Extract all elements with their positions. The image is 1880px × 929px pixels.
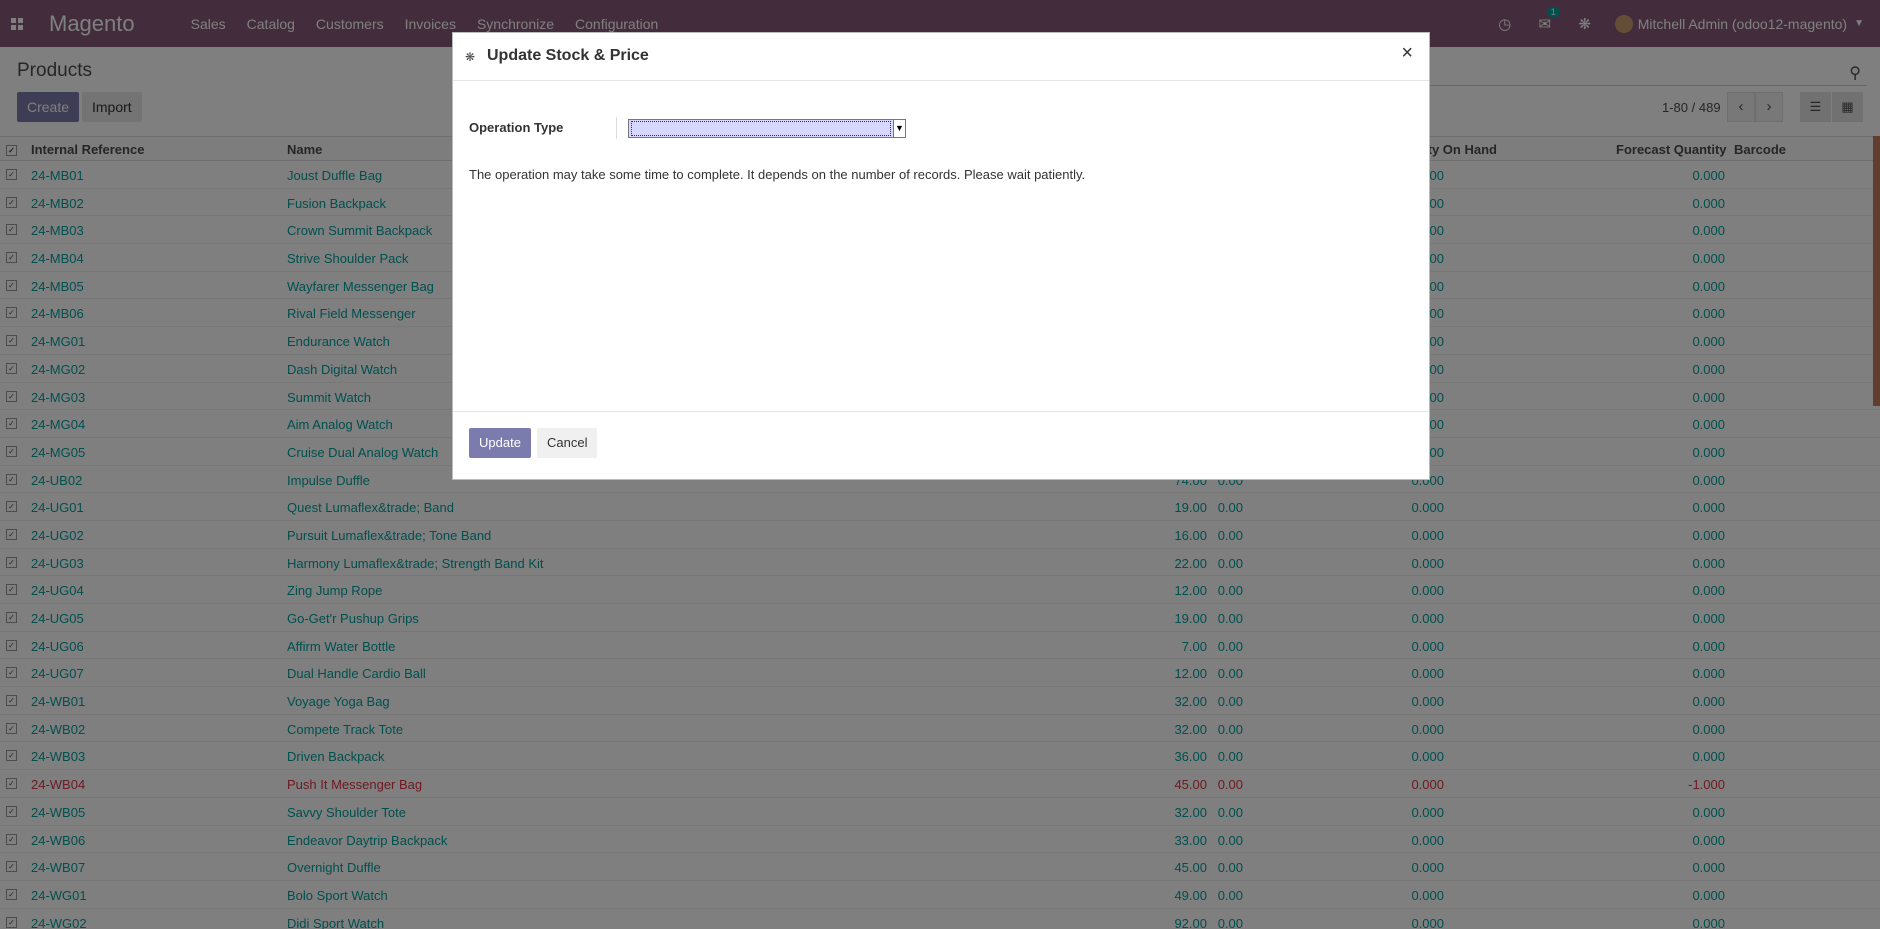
update-stock-price-dialog: ❋ Update Stock & Price × Operation Type … bbox=[452, 32, 1430, 480]
close-icon[interactable]: × bbox=[1401, 42, 1413, 65]
update-button[interactable]: Update bbox=[469, 428, 531, 458]
bug-icon: ❋ bbox=[465, 50, 476, 64]
modal-footer: Update Cancel bbox=[453, 411, 1429, 480]
cancel-button[interactable]: Cancel bbox=[537, 428, 598, 458]
operation-type-label: Operation Type bbox=[469, 120, 564, 135]
modal-title: Update Stock & Price bbox=[487, 47, 649, 64]
select-focus-ring bbox=[631, 121, 891, 136]
chevron-down-icon[interactable]: ▼ bbox=[893, 120, 905, 137]
operation-note: The operation may take some time to comp… bbox=[469, 167, 1086, 182]
operation-type-select[interactable]: ▼ bbox=[628, 119, 906, 138]
field-divider bbox=[616, 117, 617, 139]
modal-header: ❋ Update Stock & Price × bbox=[453, 33, 1429, 81]
